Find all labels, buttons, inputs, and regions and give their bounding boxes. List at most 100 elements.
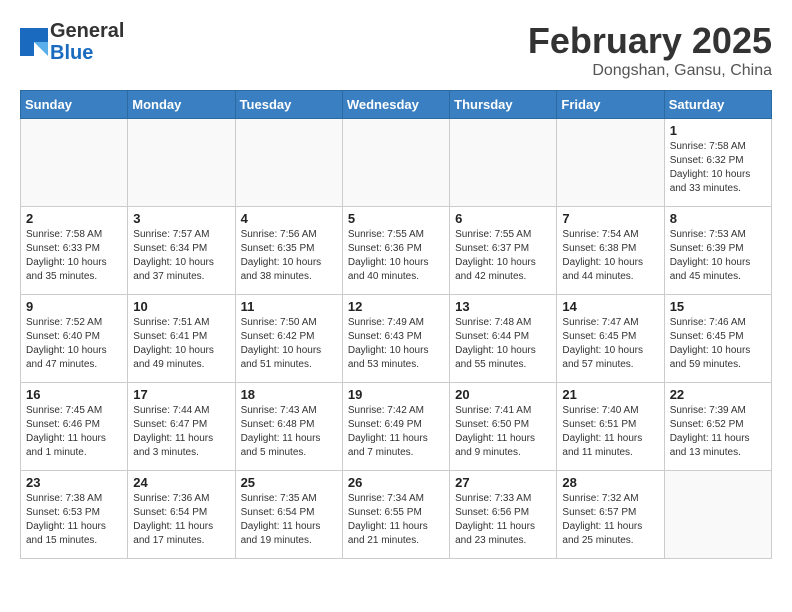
day-number: 10 (133, 299, 229, 314)
calendar-cell: 26Sunrise: 7:34 AMSunset: 6:55 PMDayligh… (342, 471, 449, 559)
month-title: February 2025 (528, 20, 772, 62)
day-info: Sunrise: 7:40 AMSunset: 6:51 PMDaylight:… (562, 404, 658, 460)
day-number: 13 (455, 299, 551, 314)
calendar-week: 16 Sunrise: 7:45 AMSunset: 6:46 PMDayligh… (21, 383, 772, 471)
logo-blue: Blue (50, 42, 124, 64)
day-info: Sunrise: 7:41 AMSunset: 6:50 PMDaylight:… (455, 404, 551, 460)
calendar-table: SundayMondayTuesdayWednesdayThursdayFrid… (20, 90, 772, 559)
day-number: 4 (241, 211, 337, 226)
day-info: Sunrise: 7:58 AMSunset: 6:33 PMDaylight:… (26, 228, 122, 284)
calendar-week: 23Sunrise: 7:38 AMSunset: 6:53 PMDayligh… (21, 471, 772, 559)
day-info: Sunrise: 7:34 AMSunset: 6:55 PMDaylight:… (348, 492, 444, 548)
day-number: 3 (133, 211, 229, 226)
day-info: Sunrise: 7:35 AMSunset: 6:54 PMDaylight:… (241, 492, 337, 548)
day-number: 20 (455, 387, 551, 402)
logo-icon (20, 28, 48, 56)
day-info: Sunrise: 7:39 AMSunset: 6:52 PMDaylight:… (670, 404, 766, 460)
calendar-cell: 10 Sunrise: 7:51 AMSunset: 6:41 PMDayligh… (128, 295, 235, 383)
calendar-cell: 5 Sunrise: 7:55 AMSunset: 6:36 PMDaylight… (342, 207, 449, 295)
calendar-cell: 24 Sunrise: 7:36 AMSunset: 6:54 PMDayligh… (128, 471, 235, 559)
day-number: 16 (26, 387, 122, 402)
calendar-cell: 15 Sunrise: 7:46 AMSunset: 6:45 PMDayligh… (664, 295, 771, 383)
day-number: 28 (562, 475, 658, 490)
day-info: Sunrise: 7:58 AMSunset: 6:32 PMDaylight:… (670, 140, 766, 196)
day-number: 25 (241, 475, 337, 490)
day-info: Sunrise: 7:50 AMSunset: 6:42 PMDaylight:… (241, 316, 337, 372)
day-info: Sunrise: 7:49 AMSunset: 6:43 PMDaylight:… (348, 316, 444, 372)
day-number: 8 (670, 211, 766, 226)
title-area: February 2025 Dongshan, Gansu, China (528, 20, 772, 80)
day-info: Sunrise: 7:32 AMSunset: 6:57 PMDaylight:… (562, 492, 658, 548)
day-info: Sunrise: 7:47 AMSunset: 6:45 PMDaylight:… (562, 316, 658, 372)
calendar-cell (235, 119, 342, 207)
calendar-cell: 3 Sunrise: 7:57 AMSunset: 6:34 PMDaylight… (128, 207, 235, 295)
day-number: 24 (133, 475, 229, 490)
day-number: 7 (562, 211, 658, 226)
calendar-cell: 16 Sunrise: 7:45 AMSunset: 6:46 PMDayligh… (21, 383, 128, 471)
day-info: Sunrise: 7:42 AMSunset: 6:49 PMDaylight:… (348, 404, 444, 460)
calendar-cell: 14 Sunrise: 7:47 AMSunset: 6:45 PMDayligh… (557, 295, 664, 383)
day-number: 17 (133, 387, 229, 402)
calendar-cell (342, 119, 449, 207)
day-info: Sunrise: 7:45 AMSunset: 6:46 PMDaylight:… (26, 404, 122, 460)
day-info: Sunrise: 7:57 AMSunset: 6:34 PMDaylight:… (133, 228, 229, 284)
calendar-cell: 7 Sunrise: 7:54 AMSunset: 6:38 PMDaylight… (557, 207, 664, 295)
calendar-cell: 9Sunrise: 7:52 AMSunset: 6:40 PMDaylight… (21, 295, 128, 383)
calendar-week: 9Sunrise: 7:52 AMSunset: 6:40 PMDaylight… (21, 295, 772, 383)
calendar-cell (450, 119, 557, 207)
day-info: Sunrise: 7:48 AMSunset: 6:44 PMDaylight:… (455, 316, 551, 372)
day-info: Sunrise: 7:54 AMSunset: 6:38 PMDaylight:… (562, 228, 658, 284)
day-info: Sunrise: 7:53 AMSunset: 6:39 PMDaylight:… (670, 228, 766, 284)
day-info: Sunrise: 7:44 AMSunset: 6:47 PMDaylight:… (133, 404, 229, 460)
day-info: Sunrise: 7:51 AMSunset: 6:41 PMDaylight:… (133, 316, 229, 372)
calendar-cell: 19 Sunrise: 7:42 AMSunset: 6:49 PMDayligh… (342, 383, 449, 471)
calendar-cell: 28 Sunrise: 7:32 AMSunset: 6:57 PMDayligh… (557, 471, 664, 559)
day-number: 1 (670, 123, 766, 138)
calendar-cell (21, 119, 128, 207)
day-number: 5 (348, 211, 444, 226)
calendar-cell (664, 471, 771, 559)
weekday-header: Wednesday (342, 91, 449, 119)
day-info: Sunrise: 7:36 AMSunset: 6:54 PMDaylight:… (133, 492, 229, 548)
calendar-week: 1 Sunrise: 7:58 AMSunset: 6:32 PMDaylight… (21, 119, 772, 207)
calendar-cell: 18Sunrise: 7:43 AMSunset: 6:48 PMDayligh… (235, 383, 342, 471)
calendar-cell: 11Sunrise: 7:50 AMSunset: 6:42 PMDayligh… (235, 295, 342, 383)
day-number: 15 (670, 299, 766, 314)
weekday-header: Monday (128, 91, 235, 119)
day-info: Sunrise: 7:33 AMSunset: 6:56 PMDaylight:… (455, 492, 551, 548)
calendar-cell: 13 Sunrise: 7:48 AMSunset: 6:44 PMDayligh… (450, 295, 557, 383)
calendar-header: SundayMondayTuesdayWednesdayThursdayFrid… (21, 91, 772, 119)
weekday-header: Saturday (664, 91, 771, 119)
page-header: General Blue February 2025 Dongshan, Gan… (20, 20, 772, 80)
calendar-cell: 20 Sunrise: 7:41 AMSunset: 6:50 PMDayligh… (450, 383, 557, 471)
calendar-cell: 4 Sunrise: 7:56 AMSunset: 6:35 PMDaylight… (235, 207, 342, 295)
calendar-cell: 17 Sunrise: 7:44 AMSunset: 6:47 PMDayligh… (128, 383, 235, 471)
day-number: 23 (26, 475, 122, 490)
calendar-cell: 25 Sunrise: 7:35 AMSunset: 6:54 PMDayligh… (235, 471, 342, 559)
calendar-cell: 27Sunrise: 7:33 AMSunset: 6:56 PMDayligh… (450, 471, 557, 559)
calendar-cell: 23Sunrise: 7:38 AMSunset: 6:53 PMDayligh… (21, 471, 128, 559)
day-number: 6 (455, 211, 551, 226)
day-number: 22 (670, 387, 766, 402)
day-number: 18 (241, 387, 337, 402)
day-number: 2 (26, 211, 122, 226)
calendar-cell: 21Sunrise: 7:40 AMSunset: 6:51 PMDayligh… (557, 383, 664, 471)
calendar-cell: 6 Sunrise: 7:55 AMSunset: 6:37 PMDaylight… (450, 207, 557, 295)
day-info: Sunrise: 7:56 AMSunset: 6:35 PMDaylight:… (241, 228, 337, 284)
calendar-week: 2 Sunrise: 7:58 AMSunset: 6:33 PMDaylight… (21, 207, 772, 295)
day-number: 12 (348, 299, 444, 314)
calendar-cell: 1 Sunrise: 7:58 AMSunset: 6:32 PMDaylight… (664, 119, 771, 207)
day-info: Sunrise: 7:46 AMSunset: 6:45 PMDaylight:… (670, 316, 766, 372)
day-info: Sunrise: 7:55 AMSunset: 6:36 PMDaylight:… (348, 228, 444, 284)
calendar-cell: 2 Sunrise: 7:58 AMSunset: 6:33 PMDaylight… (21, 207, 128, 295)
day-number: 14 (562, 299, 658, 314)
weekday-header: Thursday (450, 91, 557, 119)
logo-general: General (50, 20, 124, 42)
weekday-header: Sunday (21, 91, 128, 119)
calendar-cell (557, 119, 664, 207)
day-info: Sunrise: 7:52 AMSunset: 6:40 PMDaylight:… (26, 316, 122, 372)
calendar-cell (128, 119, 235, 207)
day-info: Sunrise: 7:55 AMSunset: 6:37 PMDaylight:… (455, 228, 551, 284)
day-number: 19 (348, 387, 444, 402)
calendar-cell: 22 Sunrise: 7:39 AMSunset: 6:52 PMDayligh… (664, 383, 771, 471)
